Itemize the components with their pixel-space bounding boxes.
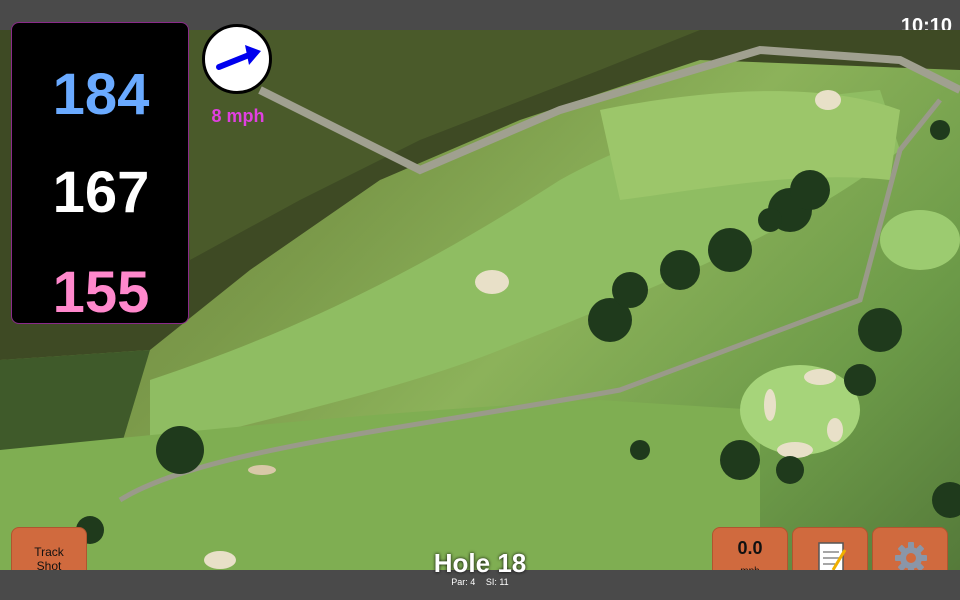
wind-indicator [202,24,272,94]
hole-si: SI: 11 [485,577,509,587]
track-shot-label: Track Shot [34,545,64,573]
wind-speed: 8 mph [211,106,265,126]
arrow-icon [216,45,261,70]
distance-middle: 167 [52,160,150,225]
hole-par: Par: 4 [451,577,476,587]
hole-info: Par: 4 SI: 11 [380,577,580,587]
distance-panel: 184 167 155 [11,22,189,324]
distance-front: 155 [52,260,150,325]
hole-title: Hole 18 [433,548,527,578]
speed-value: 0.0 [737,538,763,558]
distance-back: 184 [52,62,150,127]
